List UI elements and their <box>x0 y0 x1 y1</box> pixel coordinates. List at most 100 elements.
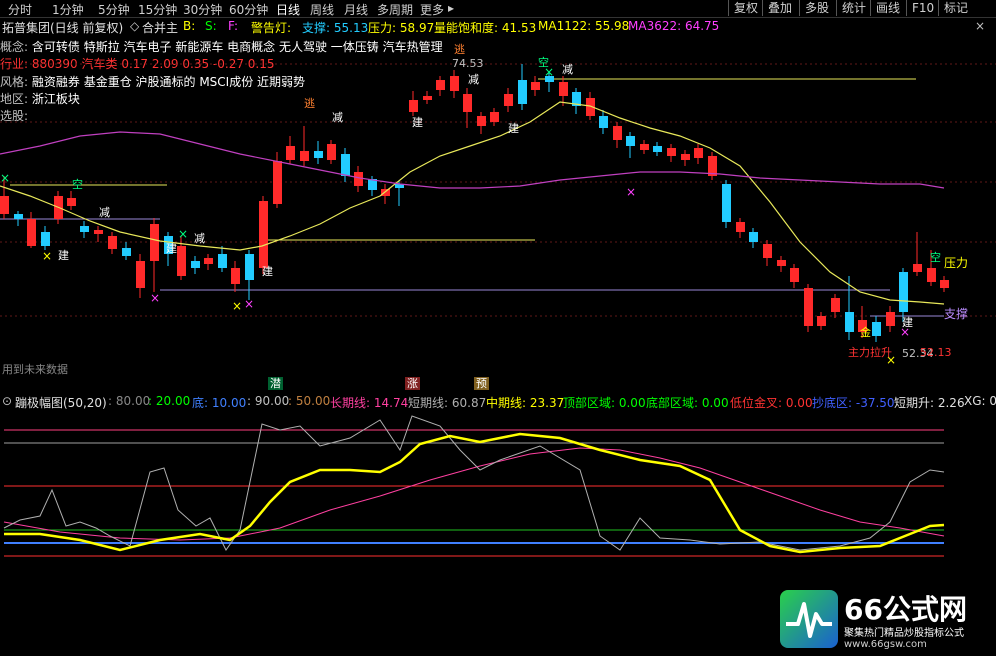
candle-body <box>559 82 568 96</box>
toolbar-button-0[interactable]: 复权 <box>728 0 763 16</box>
toolbar-button-3[interactable]: 统计 <box>836 0 871 16</box>
period-tab-3[interactable]: 15分钟 <box>138 1 177 18</box>
candle-body <box>940 280 949 288</box>
merge-main-label[interactable]: 合并主 <box>142 19 178 36</box>
candle-body <box>80 226 89 232</box>
candle-body <box>259 201 268 268</box>
candle-body <box>531 82 540 90</box>
x-marker: × <box>0 171 10 185</box>
ma-magenta-line <box>0 131 945 189</box>
candle-body <box>613 126 622 140</box>
support-tag: 支撑 <box>944 307 969 321</box>
close-icon[interactable]: × <box>975 19 985 33</box>
low-gold-value: 低位金叉: 0.00 <box>730 396 813 410</box>
candle-body <box>245 254 254 280</box>
build-marker: 建 <box>58 249 69 262</box>
f-label: F: <box>228 19 239 33</box>
toolbar-button-4[interactable]: 画线 <box>870 0 905 16</box>
candle-body <box>67 198 76 206</box>
reduce-marker: 减 <box>99 206 110 219</box>
indicator-header: ⊙ 蹦极幅图(50,20) : 80.00 : 20.00 底: 10.00 :… <box>0 393 996 411</box>
indicator-name[interactable]: 蹦极幅图(50,20) <box>15 394 107 411</box>
support-value: 支撑: 55.13 <box>302 21 369 35</box>
candle-body <box>327 144 336 160</box>
candle-body <box>231 268 240 284</box>
indicator-chart[interactable] <box>0 410 996 586</box>
candle-body <box>27 219 36 246</box>
period-tab-1[interactable]: 1分钟 <box>52 1 84 18</box>
indicator-v2: : 20.00 <box>148 394 191 408</box>
gold-marker: 金 <box>860 326 871 339</box>
candle-body <box>694 148 703 158</box>
brand-logo: 66公式网 聚集热门精品炒股指标公式 www.66gsw.com <box>778 586 996 656</box>
candle-body <box>423 96 432 100</box>
candle-body <box>817 316 826 326</box>
candle-body <box>286 146 295 160</box>
candle-body <box>191 261 200 268</box>
candle-body <box>436 80 445 90</box>
candle-body <box>790 268 799 282</box>
period-tab-6[interactable]: 日线 <box>276 1 300 18</box>
period-tab-7[interactable]: 周线 <box>310 1 334 18</box>
indicator-bottom: 底: 10.00 <box>192 396 247 410</box>
candle-body <box>504 94 513 106</box>
period-tab-10[interactable]: 更多 <box>420 1 444 18</box>
more-arrow-icon[interactable]: ▸ <box>448 1 454 15</box>
indicator-toggle-icon[interactable]: ⊙ <box>2 394 12 408</box>
period-tab-2[interactable]: 5分钟 <box>98 1 130 18</box>
candle-body <box>381 189 390 196</box>
candle-body <box>300 151 309 161</box>
candle-body <box>0 196 9 214</box>
candle-body <box>872 322 881 336</box>
high-price-label: 74.53 <box>452 57 484 70</box>
ma1122-value: MA1122: 55.98 <box>538 19 630 33</box>
build-marker: 建 <box>166 242 177 255</box>
period-tab-4[interactable]: 30分钟 <box>183 1 222 18</box>
candle-body <box>150 224 159 261</box>
empty-marker: 空 <box>930 251 941 264</box>
candle-body <box>341 154 350 176</box>
toolbar-button-5[interactable]: F10 <box>906 0 939 16</box>
candle-body <box>899 272 908 312</box>
x-marker: × <box>232 299 242 313</box>
toolbar-button-6[interactable]: 标记 <box>938 0 973 16</box>
candle-body <box>273 161 282 204</box>
period-tab-9[interactable]: 多周期 <box>377 1 413 18</box>
indicator-v3: : 90.00 <box>247 394 290 408</box>
main-rise-label: 主力拉升 <box>848 346 892 359</box>
candle-body <box>804 288 813 326</box>
candle-body <box>136 261 145 288</box>
long-line-value: 长期线: 14.74 <box>330 396 409 410</box>
future-data-label: 用到未来数据 <box>2 363 68 376</box>
reduce-marker: 减 <box>194 232 205 245</box>
candlestick-chart[interactable]: ××× ××××××× <box>0 36 996 392</box>
candle-body <box>108 236 117 249</box>
escape-marker: 逃 <box>454 43 465 56</box>
period-tab-0[interactable]: 分时 <box>8 1 32 18</box>
candle-body <box>409 100 418 112</box>
candle-body <box>94 230 103 234</box>
period-tab-5[interactable]: 60分钟 <box>229 1 268 18</box>
long-line <box>3 447 945 541</box>
candle-body <box>450 76 459 91</box>
reduce-marker: 减 <box>332 111 343 124</box>
candle-body <box>913 264 922 272</box>
merge-icon[interactable]: ◇ <box>130 19 139 33</box>
candle-body <box>777 260 786 266</box>
candle-body <box>763 244 772 258</box>
candle-body <box>927 268 936 282</box>
toolbar-button-2[interactable]: 多股 <box>799 0 834 16</box>
tag-latent: 潜 <box>268 377 283 390</box>
candle-body <box>736 222 745 232</box>
period-tab-8[interactable]: 月线 <box>344 1 368 18</box>
empty-marker: 空 <box>72 178 83 191</box>
main-rise-value: 52.13 <box>920 346 952 359</box>
toolbar-button-1[interactable]: 叠加 <box>762 0 797 16</box>
bottom-zone-value: 底部区域: 0.00 <box>646 396 729 410</box>
candle-body <box>626 136 635 146</box>
candle-body <box>354 172 363 186</box>
x-marker: × <box>244 297 254 311</box>
b-label: B: <box>183 19 196 33</box>
candle-body <box>122 248 131 256</box>
candle-body <box>463 94 472 112</box>
